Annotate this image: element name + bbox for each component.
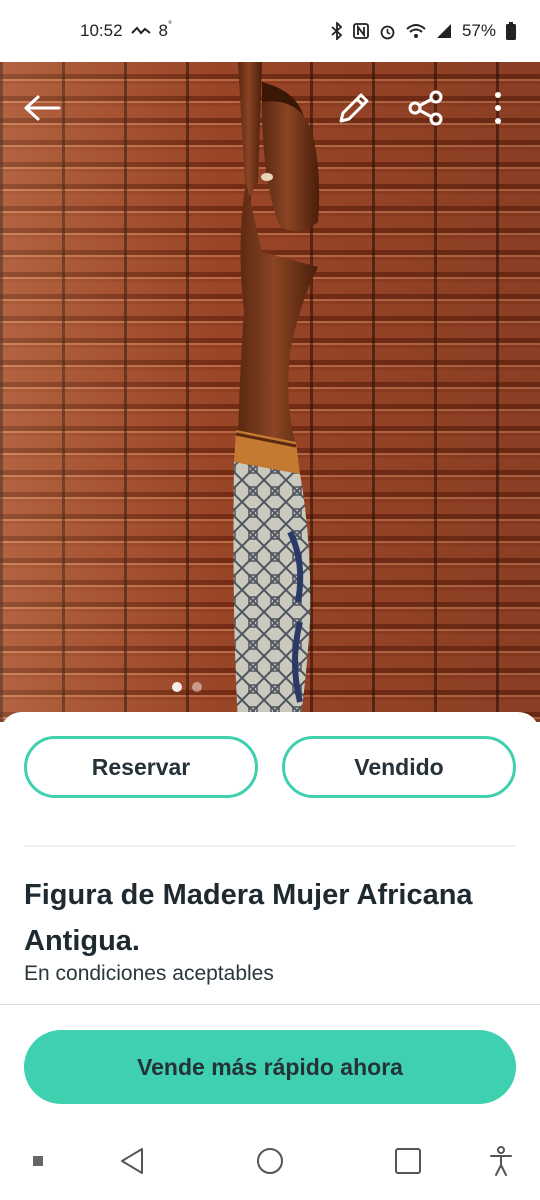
system-home-button[interactable] <box>245 1136 295 1186</box>
page-dot <box>192 682 202 692</box>
product-photo[interactable] <box>0 62 540 722</box>
status-time: 10:52 <box>80 21 123 40</box>
system-back-button[interactable] <box>107 1136 157 1186</box>
degree-icon: ° <box>168 19 173 31</box>
system-overview-button[interactable] <box>383 1136 433 1186</box>
gallery-page-indicator <box>172 682 202 692</box>
wifi-icon <box>406 24 426 38</box>
status-extra: 8 <box>158 21 169 40</box>
reserve-button[interactable]: Reservar <box>24 736 258 798</box>
share-icon <box>408 90 443 126</box>
bluetooth-icon <box>331 22 343 40</box>
overview-square-icon <box>395 1148 421 1174</box>
recent-dot-icon <box>33 1156 43 1166</box>
status-actions: Reservar Vendido <box>24 736 516 798</box>
signal-wave-icon <box>130 26 151 35</box>
pencil-icon <box>339 93 369 123</box>
more-options-button[interactable] <box>474 84 522 132</box>
edit-button[interactable] <box>330 84 378 132</box>
divider <box>24 845 516 847</box>
status-left: 10:52 8 ° <box>80 19 173 41</box>
alarm-icon <box>380 25 395 39</box>
page-dot-active <box>172 682 182 692</box>
system-navigation-bar <box>0 1122 540 1200</box>
product-condition: En condiciones aceptables <box>24 962 274 985</box>
accessibility-icon <box>490 1146 512 1176</box>
home-circle-icon <box>257 1148 283 1174</box>
battery-icon <box>506 22 516 40</box>
more-vertical-icon <box>495 92 501 124</box>
battery-percent: 57% <box>461 21 496 40</box>
mark-sold-button[interactable]: Vendido <box>282 736 516 798</box>
status-right: 57% <box>331 21 516 41</box>
cell-signal-icon <box>436 24 451 38</box>
sell-faster-button[interactable]: Vende más rápido ahora <box>24 1030 516 1104</box>
recent-dot-button[interactable] <box>13 1136 63 1186</box>
share-button[interactable] <box>402 84 450 132</box>
back-triangle-icon <box>121 1148 143 1174</box>
product-details-sheet: Reservar Vendido Figura de Madera Mujer … <box>0 712 540 1122</box>
wooden-figure-image <box>233 62 320 722</box>
accessibility-button[interactable] <box>476 1136 526 1186</box>
status-bar: 10:52 8 ° 57% <box>0 0 540 62</box>
back-button[interactable] <box>18 84 66 132</box>
divider <box>0 1004 540 1005</box>
nfc-icon <box>353 23 369 39</box>
arrow-left-icon <box>24 95 61 121</box>
product-title: Figura de Madera Mujer Africana Antigua. <box>24 879 473 957</box>
